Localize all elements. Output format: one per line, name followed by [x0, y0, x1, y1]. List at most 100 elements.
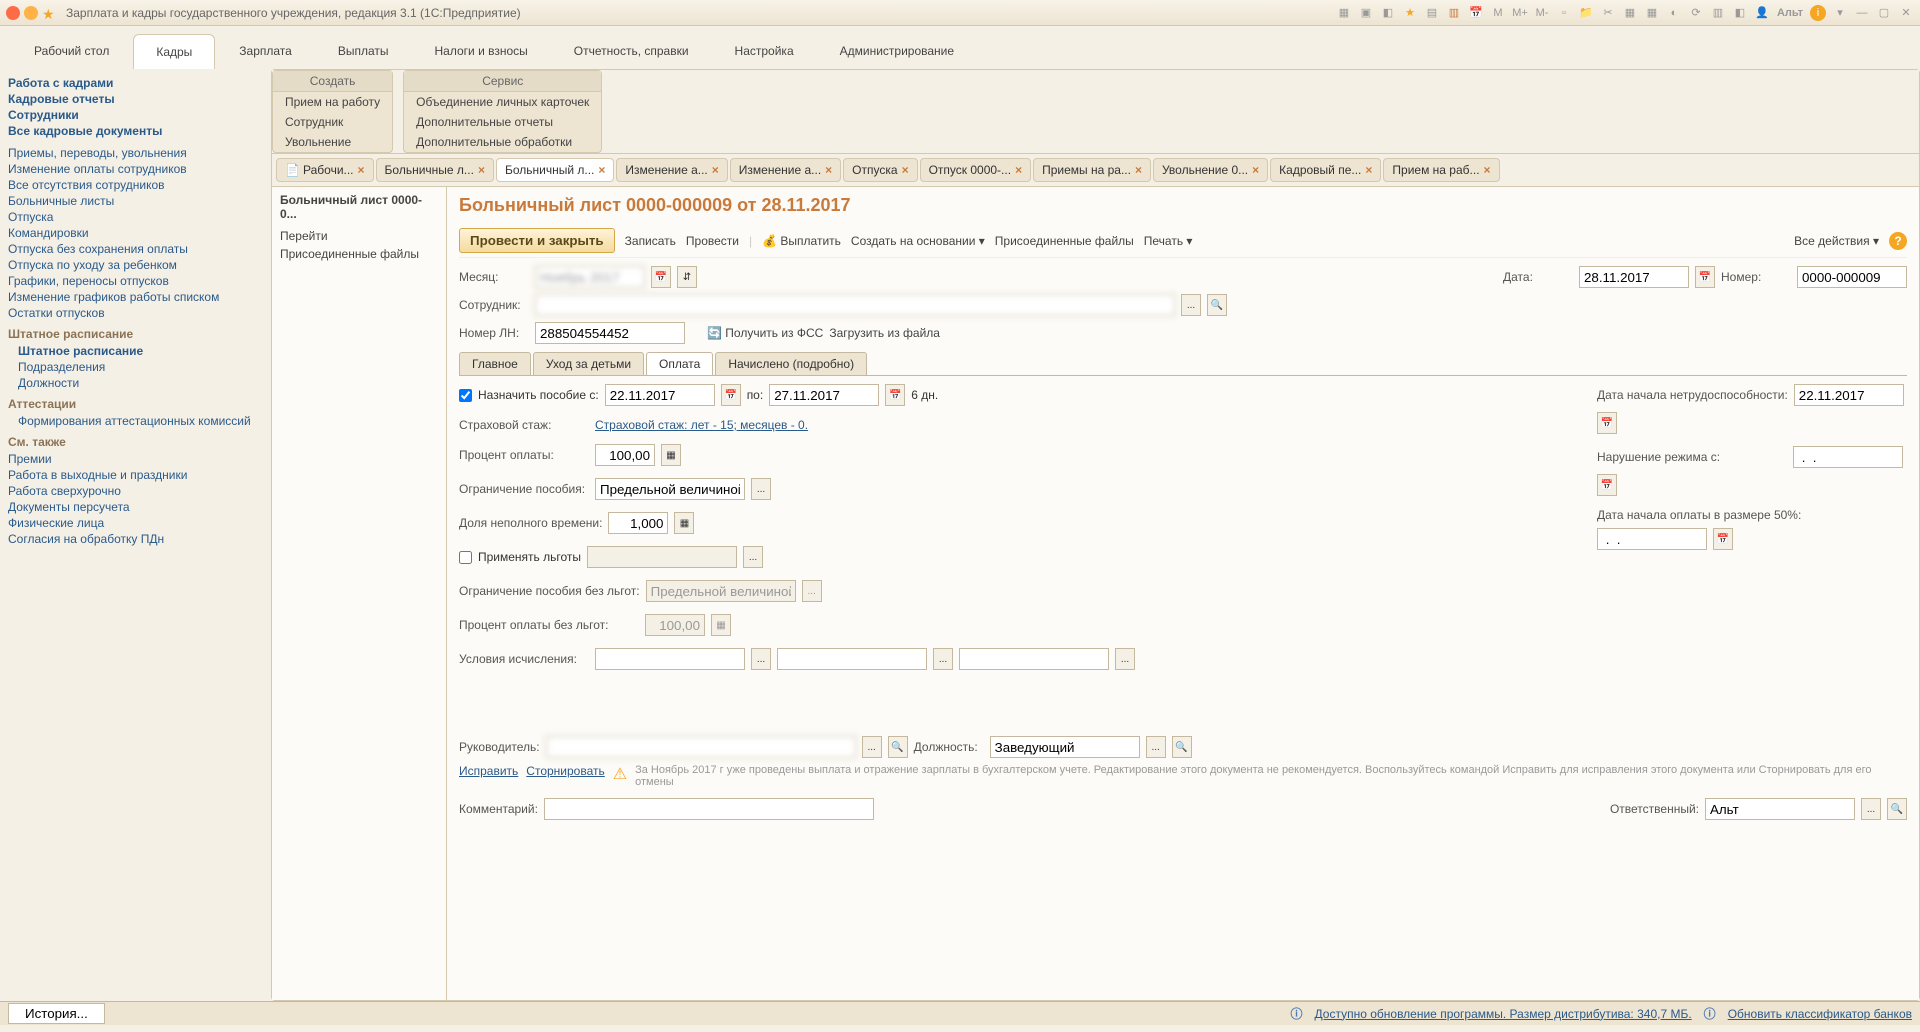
window-close-icon[interactable] — [6, 6, 20, 20]
pay-button[interactable]: 💰 Выплатить — [762, 234, 841, 248]
doc-tab[interactable]: Изменение а...× — [616, 158, 727, 182]
sidebar-link[interactable]: Документы персучета — [8, 499, 259, 515]
doc-tab[interactable]: Больничный л...× — [496, 158, 614, 182]
sidebar-link[interactable]: Работа в выходные и праздники — [8, 467, 259, 483]
select-icon[interactable]: ... — [1181, 294, 1201, 316]
close-icon[interactable]: × — [598, 163, 605, 177]
spinner-icon[interactable]: ⇵ — [677, 266, 697, 288]
assign-checkbox[interactable] — [459, 389, 472, 402]
sidebar-link[interactable]: Подразделения — [8, 359, 259, 375]
m-icon[interactable]: M — [1490, 5, 1506, 21]
tool-icon[interactable]: ⟳ — [1688, 5, 1704, 21]
new-icon[interactable]: ▫ — [1556, 5, 1572, 21]
info-icon[interactable]: i — [1810, 5, 1826, 21]
main-tab-otchet[interactable]: Отчетность, справки — [552, 34, 711, 69]
benefits-checkbox[interactable] — [459, 551, 472, 564]
insurance-link[interactable]: Страховой стаж: лет - 15; месяцев - 0. — [595, 418, 808, 432]
sidebar-link[interactable]: Приемы, переводы, увольнения — [8, 145, 259, 161]
search-icon[interactable]: 🔍 — [1207, 294, 1227, 316]
close-icon[interactable]: × — [1252, 163, 1259, 177]
date50-input[interactable] — [1597, 528, 1707, 550]
calendar-icon[interactable]: 📅 — [651, 266, 671, 288]
select-icon[interactable]: ... — [933, 648, 953, 670]
employee-input[interactable] — [535, 294, 1175, 316]
sidebar-link[interactable]: Графики, переносы отпусков — [8, 273, 259, 289]
condition-input-1[interactable] — [595, 648, 745, 670]
post-button[interactable]: Провести — [686, 234, 739, 248]
close-icon[interactable]: × — [358, 163, 365, 177]
load-file-button[interactable]: Загрузить из файла — [829, 326, 940, 340]
calendar-icon[interactable]: 📅 — [1597, 412, 1617, 434]
sidebar-link[interactable]: Работа сверхурочно — [8, 483, 259, 499]
search-icon[interactable]: 🔍 — [1887, 798, 1907, 820]
violation-input[interactable] — [1793, 446, 1903, 468]
calendar-icon[interactable]: 📅 — [721, 384, 741, 406]
sidebar-link[interactable]: Больничные листы — [8, 193, 259, 209]
close-icon[interactable]: × — [1015, 163, 1022, 177]
cut-icon[interactable]: ✂ — [1600, 5, 1616, 21]
user-name[interactable]: Альт — [1782, 5, 1798, 21]
star-icon[interactable]: ★ — [1402, 5, 1418, 21]
help-icon[interactable]: ? — [1889, 232, 1907, 250]
sidebar-link[interactable]: Премии — [8, 451, 259, 467]
select-icon[interactable]: ... — [1115, 648, 1135, 670]
close-icon[interactable]: × — [478, 163, 485, 177]
submenu-item[interactable]: Сотрудник — [273, 112, 392, 132]
classifier-link[interactable]: Обновить классификатор банков — [1728, 1007, 1912, 1021]
select-icon[interactable]: ... — [743, 546, 763, 568]
tool-icon[interactable]: ◧ — [1380, 5, 1396, 21]
tool-icon[interactable]: ▦ — [1644, 5, 1660, 21]
disability-input[interactable] — [1794, 384, 1904, 406]
search-icon[interactable]: 🔍 — [888, 736, 908, 758]
doc-tab[interactable]: Кадровый пе...× — [1270, 158, 1381, 182]
doc-tab[interactable]: Больничные л...× — [376, 158, 494, 182]
position-input[interactable] — [990, 736, 1140, 758]
sidebar-link[interactable]: Остатки отпусков — [8, 305, 259, 321]
nav-item[interactable]: Присоединенные файлы — [280, 245, 438, 263]
search-icon[interactable]: 🔍 — [1172, 736, 1192, 758]
close-icon[interactable]: × — [825, 163, 832, 177]
main-tab-admin[interactable]: Администрирование — [818, 34, 976, 69]
calendar-icon[interactable]: 📅 — [1468, 5, 1484, 21]
main-tab-zarplata[interactable]: Зарплата — [217, 34, 314, 69]
tool-icon[interactable]: ▤ — [1424, 5, 1440, 21]
sidebar-link[interactable]: Сотрудники — [8, 107, 259, 123]
m-minus-icon[interactable]: M- — [1534, 5, 1550, 21]
form-tab-accrued[interactable]: Начислено (подробно) — [715, 352, 867, 375]
doc-tab[interactable]: Прием на раб...× — [1383, 158, 1499, 182]
tool-icon[interactable]: ▦ — [1336, 5, 1352, 21]
print-button[interactable]: Печать ▾ — [1144, 234, 1193, 248]
sidebar-link[interactable]: Все кадровые документы — [8, 123, 259, 139]
sidebar-link[interactable]: Должности — [8, 375, 259, 391]
ln-input[interactable] — [535, 322, 685, 344]
condition-input-3[interactable] — [959, 648, 1109, 670]
sidebar-link[interactable]: Штатное расписание — [8, 343, 259, 359]
sidebar-link[interactable]: Все отсутствия сотрудников — [8, 177, 259, 193]
history-button[interactable]: История... — [8, 1003, 105, 1024]
doc-tab[interactable]: Изменение а...× — [730, 158, 841, 182]
main-tab-vyplaty[interactable]: Выплаты — [316, 34, 411, 69]
submenu-item[interactable]: Прием на работу — [273, 92, 392, 112]
all-actions-button[interactable]: Все действия ▾ — [1794, 234, 1879, 248]
update-link[interactable]: Доступно обновление программы. Размер ди… — [1315, 1007, 1692, 1021]
close-icon[interactable]: × — [902, 163, 909, 177]
limit-input[interactable] — [595, 478, 745, 500]
tool-icon[interactable]: ▣ — [1358, 5, 1374, 21]
doc-tab[interactable]: Отпуск 0000-...× — [920, 158, 1032, 182]
percent-input[interactable] — [595, 444, 655, 466]
sidebar-link[interactable]: Отпуска — [8, 209, 259, 225]
sidebar-link[interactable]: Изменение оплаты сотрудников — [8, 161, 259, 177]
month-input[interactable] — [535, 266, 645, 288]
sidebar-link[interactable]: Изменение графиков работы списком — [8, 289, 259, 305]
form-tab-main[interactable]: Главное — [459, 352, 531, 375]
sidebar-link[interactable]: Отпуска без сохранения оплаты — [8, 241, 259, 257]
nav-item[interactable]: Перейти — [280, 227, 438, 245]
minimize-icon[interactable]: — — [1854, 5, 1870, 21]
get-fss-button[interactable]: 🔄 Получить из ФСС — [707, 326, 823, 340]
calendar-icon[interactable]: 📅 — [885, 384, 905, 406]
calendar-icon[interactable]: 📅 — [1713, 528, 1733, 550]
to-date-input[interactable] — [769, 384, 879, 406]
files-button[interactable]: Присоединенные файлы — [995, 234, 1134, 248]
doc-tab[interactable]: Отпуска× — [843, 158, 917, 182]
sidebar-link[interactable]: Командировки — [8, 225, 259, 241]
